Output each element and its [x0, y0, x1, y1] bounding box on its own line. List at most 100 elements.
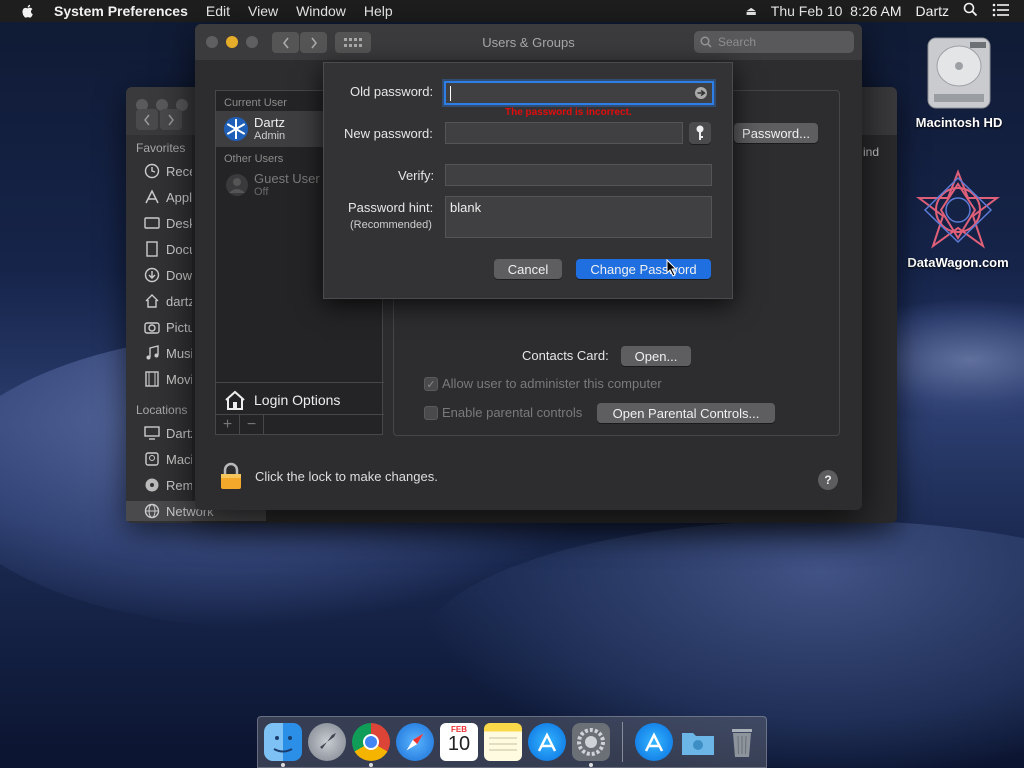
applications-icon	[145, 189, 159, 204]
notes-icon	[489, 737, 517, 751]
sidebar-item-label: Macintosh HD	[166, 451, 192, 467]
menu-window[interactable]: Window	[296, 3, 346, 19]
dock-finder[interactable]	[264, 723, 302, 767]
sidebar-item-downloads[interactable]: Downloads	[144, 265, 192, 285]
sidebar-item-applications[interactable]: Applications	[144, 187, 192, 207]
sidebar-item-documents[interactable]: Documents	[144, 239, 192, 259]
clock-icon	[144, 163, 160, 179]
menu-datetime[interactable]: Thu Feb 10 8:26 AM	[771, 3, 902, 19]
current-user-header: Current User	[224, 97, 287, 109]
sidebar-item-music[interactable]: Music	[144, 343, 192, 363]
new-password-label: New password:	[344, 126, 433, 141]
sidebar-item-home[interactable]: dartz	[144, 291, 192, 311]
dock-trash[interactable]	[723, 723, 761, 761]
finder-icon	[273, 736, 293, 753]
sidebar-item-desktop[interactable]: Desktop	[144, 213, 192, 233]
music-icon	[146, 345, 159, 360]
guest-status: Off	[254, 186, 269, 198]
compass-icon	[406, 733, 424, 751]
password-error-message: The password is incorrect.	[505, 107, 632, 118]
running-indicator	[589, 763, 593, 767]
menu-user[interactable]: Dartz	[916, 3, 949, 19]
snowflake-avatar-icon	[224, 117, 248, 141]
computer-icon	[144, 426, 160, 440]
sidebar-item-label: Pictures	[166, 319, 192, 335]
help-button[interactable]: ?	[818, 470, 838, 490]
cancel-button[interactable]: Cancel	[494, 259, 562, 279]
sidebar-item-pictures[interactable]: Pictures	[144, 317, 192, 337]
menu-app-name[interactable]: System Preferences	[54, 3, 188, 19]
dock-launchpad[interactable]	[308, 723, 346, 761]
open-parental-controls-button[interactable]: Open Parental Controls...	[597, 403, 775, 423]
hard-drive-icon	[927, 37, 991, 109]
allow-admin-label: Allow user to administer this computer	[442, 376, 662, 391]
eject-icon[interactable]: ⏏	[745, 4, 756, 18]
dock-safari[interactable]	[396, 723, 434, 761]
change-password-button[interactable]: Password...	[734, 123, 818, 143]
old-password-label: Old password:	[350, 84, 434, 99]
dock-chrome[interactable]	[352, 723, 390, 767]
dock-app-store-downloads[interactable]	[635, 723, 673, 761]
add-user-button[interactable]: +	[216, 415, 240, 435]
sidebar-item-label: Desktop	[166, 215, 192, 231]
desktop-icon-datawagon[interactable]: DataWagon.com	[900, 168, 1016, 270]
dock-calendar[interactable]: FEB 10	[440, 723, 478, 761]
menu-edit[interactable]: Edit	[206, 3, 230, 19]
sidebar-item-remote-disc[interactable]: Remote Disc	[144, 475, 192, 495]
parental-controls-checkbox[interactable]	[424, 406, 438, 420]
desktop-icon-macintosh-hd[interactable]: Macintosh HD	[906, 32, 1012, 130]
dock-downloads-folder[interactable]	[679, 723, 717, 761]
chrome-icon	[363, 734, 379, 750]
sidebar-item-computer[interactable]: Dartz	[144, 423, 192, 443]
dock-notes[interactable]	[484, 723, 522, 761]
dock-system-preferences[interactable]	[572, 723, 610, 767]
search-field[interactable]: Search	[694, 31, 854, 53]
chevron-left-icon	[144, 114, 150, 125]
lock-message: Click the lock to make changes.	[255, 468, 438, 484]
login-options-label: Login Options	[254, 391, 341, 408]
desktop-icon-label: Macintosh HD	[915, 115, 1003, 130]
finder-column-header[interactable]: ind	[863, 145, 879, 159]
chevron-right-icon	[168, 114, 174, 125]
lock-icon[interactable]	[219, 462, 243, 490]
remove-user-button[interactable]: −	[240, 415, 264, 435]
sidebar-item-macintosh-hd[interactable]: Macintosh HD	[144, 449, 192, 469]
user-name: Dartz	[254, 115, 286, 130]
new-password-field[interactable]	[445, 122, 683, 144]
back-button[interactable]	[136, 109, 158, 130]
sidebar-item-recents[interactable]: Recents	[144, 161, 192, 181]
change-password-confirm-button[interactable]: Change Password	[576, 259, 711, 279]
allow-admin-checkbox[interactable]: ✓	[424, 377, 438, 391]
reveal-password-icon[interactable]	[694, 86, 708, 100]
menu-help[interactable]: Help	[364, 3, 393, 19]
spotlight-search-icon[interactable]	[963, 2, 978, 20]
camera-icon	[144, 322, 160, 334]
sidebar-item-label: Documents	[166, 241, 192, 257]
apple-icon[interactable]	[20, 3, 36, 19]
network-icon	[144, 503, 160, 519]
contacts-card-label: Contacts Card:	[522, 348, 609, 363]
sidebar-item-label: Applications	[166, 189, 192, 205]
password-hint-field[interactable]: blank	[445, 196, 712, 238]
verify-field[interactable]	[445, 164, 712, 186]
downloads-icon	[144, 267, 160, 283]
mouse-cursor-icon	[666, 259, 678, 277]
verify-label: Verify:	[398, 168, 435, 183]
old-password-field[interactable]	[444, 81, 714, 105]
change-password-sheet: Old password: The password is incorrect.…	[323, 62, 733, 299]
menu-view[interactable]: View	[248, 3, 278, 19]
forward-button[interactable]	[160, 109, 182, 130]
running-indicator	[369, 763, 373, 767]
gear-icon	[577, 728, 605, 756]
sidebar-item-movies[interactable]: Movies	[144, 369, 192, 389]
dock-app-store[interactable]	[528, 723, 566, 761]
disk-icon	[145, 452, 159, 466]
password-hint-value: blank	[450, 200, 482, 215]
open-contacts-button[interactable]: Open...	[621, 346, 691, 366]
key-icon	[696, 125, 704, 140]
password-assistant-button[interactable]	[689, 122, 711, 144]
notification-center-icon[interactable]	[992, 3, 1010, 20]
login-options-item[interactable]: Login Options	[216, 382, 384, 416]
add-remove-bar: + −	[216, 414, 384, 435]
user-role: Admin	[254, 130, 286, 142]
